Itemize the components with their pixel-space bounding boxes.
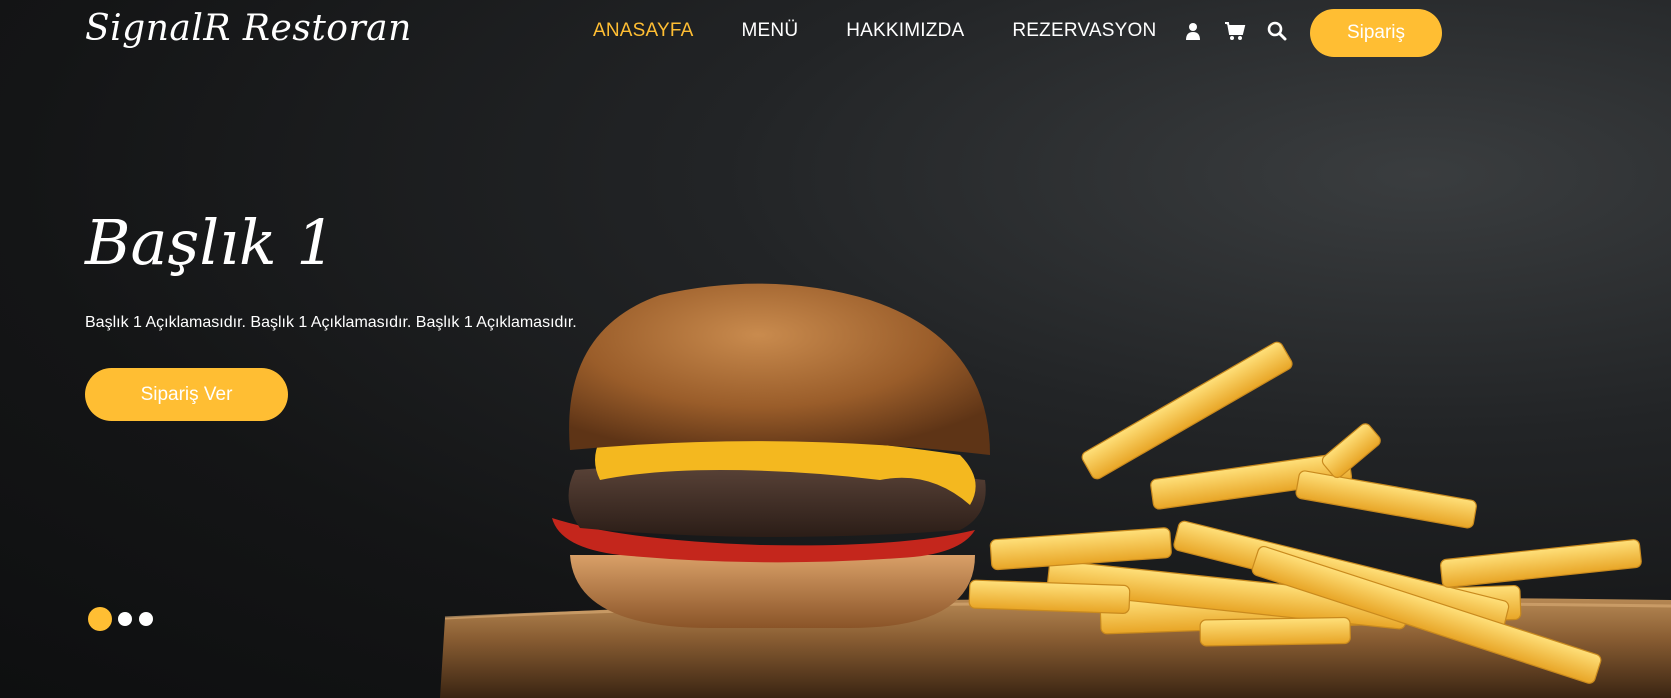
hero-title: Başlık 1 <box>85 206 336 279</box>
nav-item-anasayfa[interactable]: ANASAYFA <box>593 20 694 42</box>
order-button[interactable]: Sipariş <box>1310 9 1442 57</box>
carousel-dot-2[interactable] <box>118 612 132 626</box>
nav-item-rezervasyon[interactable]: REZERVASYON <box>1012 20 1156 42</box>
hero-background-image <box>0 0 1671 698</box>
nav-item-menu[interactable]: MENÜ <box>742 20 799 42</box>
carousel-indicators <box>88 607 160 631</box>
cart-icon[interactable] <box>1224 20 1246 42</box>
top-navbar: SignalR Restoran ANASAYFA MENÜ HAKKIMIZD… <box>0 0 1671 66</box>
nav-item-hakkimizda[interactable]: HAKKIMIZDA <box>846 20 964 42</box>
search-icon[interactable] <box>1266 20 1288 42</box>
hero-order-button[interactable]: Sipariş Ver <box>85 368 288 421</box>
burger-fries-illustration <box>440 283 1671 698</box>
nav-menu: ANASAYFA MENÜ HAKKIMIZDA REZERVASYON <box>593 20 1204 42</box>
carousel-dot-3[interactable] <box>139 612 153 626</box>
hero-description: Başlık 1 Açıklamasıdır. Başlık 1 Açıklam… <box>85 314 577 331</box>
nav-icon-group <box>1182 20 1308 42</box>
user-icon[interactable] <box>1182 20 1204 42</box>
brand-logo[interactable]: SignalR Restoran <box>85 8 412 49</box>
carousel-dot-1[interactable] <box>88 607 112 631</box>
